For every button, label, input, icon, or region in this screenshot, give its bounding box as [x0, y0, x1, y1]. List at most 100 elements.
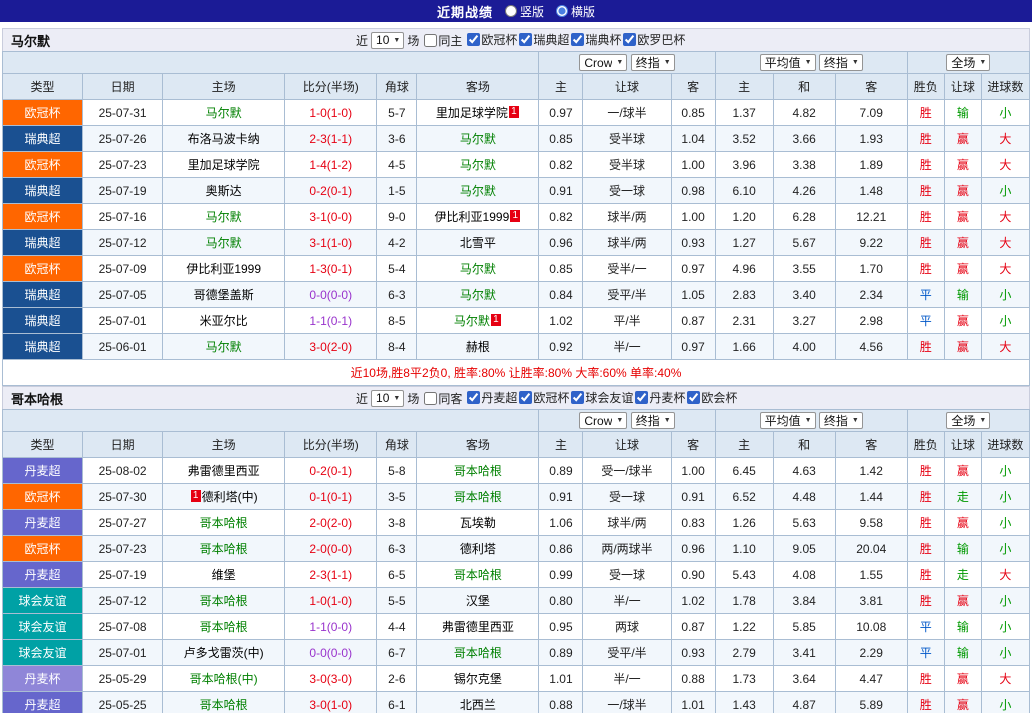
score-link[interactable]: 0-0(0-0): [285, 640, 377, 666]
match-count-select[interactable]: 10 ▼: [371, 32, 404, 49]
team-link[interactable]: 哥本哈根: [454, 568, 502, 582]
league-filter-欧冠杯[interactable]: 欧冠杯: [519, 389, 569, 406]
score-link[interactable]: 1-4(1-2): [285, 152, 377, 178]
team-link[interactable]: 瓦埃勒: [460, 516, 496, 530]
league-filter-checkbox[interactable]: [623, 33, 636, 46]
league-type-cell[interactable]: 欧冠杯: [3, 100, 83, 126]
layout-option-horizontal[interactable]: 横版: [556, 3, 595, 20]
league-filter-欧罗巴杯[interactable]: 欧罗巴杯: [623, 31, 685, 48]
league-filter-丹麦杯[interactable]: 丹麦杯: [635, 389, 685, 406]
score-link[interactable]: 3-0(2-0): [285, 334, 377, 360]
scope-select[interactable]: 全场 ▼: [946, 412, 990, 429]
team-link[interactable]: 哥本哈根: [454, 490, 502, 504]
league-filter-checkbox[interactable]: [635, 391, 648, 404]
league-type-cell[interactable]: 丹麦超: [3, 562, 83, 588]
team-link[interactable]: 马尔默: [460, 184, 496, 198]
team-link[interactable]: 马尔默: [206, 210, 242, 224]
league-filter-瑞典超[interactable]: 瑞典超: [519, 31, 569, 48]
team-link[interactable]: 马尔默: [460, 288, 496, 302]
team-link[interactable]: 维堡: [212, 568, 236, 582]
league-filter-checkbox[interactable]: [687, 391, 700, 404]
team-link[interactable]: 哥本哈根: [200, 698, 248, 712]
team-link[interactable]: 里加足球学院: [188, 158, 260, 172]
euro-stage-select[interactable]: 终指 ▼: [819, 54, 863, 71]
league-filter-欧冠杯[interactable]: 欧冠杯: [467, 31, 517, 48]
score-link[interactable]: 1-0(1-0): [285, 100, 377, 126]
team-link[interactable]: 锡尔克堡: [454, 672, 502, 686]
league-type-cell[interactable]: 丹麦超: [3, 510, 83, 536]
league-type-cell[interactable]: 瑞典超: [3, 178, 83, 204]
team-link[interactable]: 马尔默: [460, 132, 496, 146]
team-link[interactable]: 哥本哈根: [454, 464, 502, 478]
team-link[interactable]: 哥本哈根: [200, 516, 248, 530]
euro-company-select[interactable]: 平均值 ▼: [760, 412, 816, 429]
team-link[interactable]: 马尔默: [206, 106, 242, 120]
same-venue-filter[interactable]: 同主: [424, 32, 462, 49]
team-link[interactable]: 赫根: [466, 340, 490, 354]
score-link[interactable]: 1-1(0-0): [285, 614, 377, 640]
team-link[interactable]: 马尔默: [460, 158, 496, 172]
score-link[interactable]: 1-0(1-0): [285, 588, 377, 614]
team-link[interactable]: 卢多戈雷茨(中): [184, 646, 264, 660]
same-venue-checkbox[interactable]: [424, 34, 437, 47]
league-type-cell[interactable]: 丹麦杯: [3, 666, 83, 692]
bookmaker-select[interactable]: Crow ▼: [579, 54, 627, 71]
team-link[interactable]: 哥本哈根(中): [190, 672, 258, 686]
score-link[interactable]: 0-1(0-1): [285, 484, 377, 510]
team-link[interactable]: 伊比利亚1999: [186, 262, 261, 276]
team-link[interactable]: 马尔默: [206, 236, 242, 250]
score-link[interactable]: 2-3(1-1): [285, 126, 377, 152]
league-type-cell[interactable]: 瑞典超: [3, 282, 83, 308]
team-link[interactable]: 伊比利亚1999: [435, 210, 510, 224]
layout-radio[interactable]: [556, 5, 568, 17]
league-filter-checkbox[interactable]: [519, 391, 532, 404]
layout-radio[interactable]: [505, 5, 517, 17]
league-filter-丹麦超[interactable]: 丹麦超: [467, 389, 517, 406]
team-link[interactable]: 弗雷德里西亚: [442, 620, 514, 634]
league-type-cell[interactable]: 球会友谊: [3, 640, 83, 666]
team-link[interactable]: 北西兰: [460, 698, 496, 712]
league-filter-瑞典杯[interactable]: 瑞典杯: [571, 31, 621, 48]
team-link[interactable]: 马尔默: [206, 340, 242, 354]
euro-stage-select[interactable]: 终指 ▼: [819, 412, 863, 429]
league-type-cell[interactable]: 瑞典超: [3, 126, 83, 152]
league-type-cell[interactable]: 欧冠杯: [3, 152, 83, 178]
league-filter-欧会杯[interactable]: 欧会杯: [687, 389, 737, 406]
league-type-cell[interactable]: 丹麦超: [3, 692, 83, 713]
team-link[interactable]: 弗雷德里西亚: [188, 464, 260, 478]
same-venue-checkbox[interactable]: [424, 392, 437, 405]
score-link[interactable]: 2-3(1-1): [285, 562, 377, 588]
match-count-select[interactable]: 10 ▼: [371, 390, 404, 407]
scope-select[interactable]: 全场 ▼: [946, 54, 990, 71]
score-link[interactable]: 3-1(1-0): [285, 230, 377, 256]
team-link[interactable]: 汉堡: [466, 594, 490, 608]
league-type-cell[interactable]: 欧冠杯: [3, 204, 83, 230]
team-link[interactable]: 米亚尔比: [200, 314, 248, 328]
team-link[interactable]: 哥本哈根: [200, 620, 248, 634]
team-link[interactable]: 布洛马波卡纳: [188, 132, 260, 146]
team-link[interactable]: 马尔默: [460, 262, 496, 276]
same-venue-filter[interactable]: 同客: [424, 390, 462, 407]
asia-stage-select[interactable]: 终指 ▼: [631, 412, 675, 429]
league-type-cell[interactable]: 球会友谊: [3, 614, 83, 640]
team-link[interactable]: 北雪平: [460, 236, 496, 250]
score-link[interactable]: 0-0(0-0): [285, 282, 377, 308]
team-link[interactable]: 哥本哈根: [200, 594, 248, 608]
score-link[interactable]: 0-2(0-1): [285, 458, 377, 484]
team-link[interactable]: 哥德堡盖斯: [194, 288, 254, 302]
score-link[interactable]: 2-0(0-0): [285, 536, 377, 562]
score-link[interactable]: 3-0(3-0): [285, 666, 377, 692]
league-type-cell[interactable]: 欧冠杯: [3, 536, 83, 562]
team-link[interactable]: 德利塔: [460, 542, 496, 556]
team-link[interactable]: 德利塔(中): [202, 490, 258, 504]
league-type-cell[interactable]: 欧冠杯: [3, 484, 83, 510]
league-type-cell[interactable]: 瑞典超: [3, 308, 83, 334]
league-type-cell[interactable]: 瑞典超: [3, 230, 83, 256]
euro-company-select[interactable]: 平均值 ▼: [760, 54, 816, 71]
score-link[interactable]: 0-2(0-1): [285, 178, 377, 204]
score-link[interactable]: 3-0(1-0): [285, 692, 377, 713]
score-link[interactable]: 2-0(2-0): [285, 510, 377, 536]
score-link[interactable]: 3-1(0-0): [285, 204, 377, 230]
score-link[interactable]: 1-3(0-1): [285, 256, 377, 282]
team-link[interactable]: 哥本哈根: [454, 646, 502, 660]
